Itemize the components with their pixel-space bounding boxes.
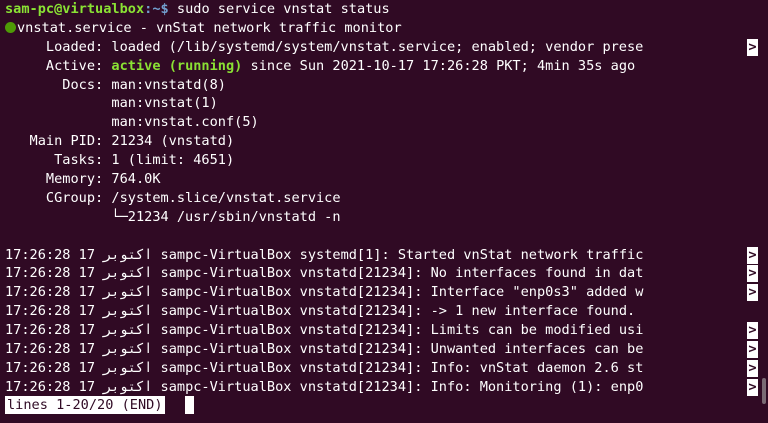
truncation-marker-icon: > bbox=[747, 341, 758, 359]
log-line: 17:26:28 17 اکتوبر sampc-VirtualBox vnst… bbox=[0, 302, 768, 321]
docs-text: Docs: man:vnstatd(8) bbox=[5, 76, 226, 93]
log-text: 17:26:28 17 اکتوبر sampc-VirtualBox syst… bbox=[5, 246, 644, 263]
tasks-text: Tasks: 1 (limit: 4651) bbox=[5, 152, 235, 169]
service-header: vnstat.service - vnStat network traffic … bbox=[17, 19, 402, 36]
docs-text: man:vnstat.conf(5) bbox=[5, 114, 259, 131]
truncation-marker-icon: > bbox=[747, 284, 758, 302]
log-line: 17:26:28 17 اکتوبر sampc-VirtualBox vnst… bbox=[0, 378, 768, 397]
cgroup-text: CGroup: /system.slice/vnstat.service bbox=[5, 189, 341, 206]
active-state: active (running) bbox=[111, 57, 243, 74]
active-label: Active: bbox=[5, 57, 112, 74]
log-line: 17:26:28 17 اکتوبر sampc-VirtualBox vnst… bbox=[0, 264, 768, 283]
text-cursor bbox=[185, 396, 194, 414]
truncation-marker-icon: > bbox=[747, 265, 758, 283]
log-text: 17:26:28 17 اکتوبر sampc-VirtualBox vnst… bbox=[5, 265, 644, 282]
truncation-marker-icon: > bbox=[747, 359, 758, 377]
loaded-line: Loaded: loaded (/lib/systemd/system/vnst… bbox=[0, 38, 768, 57]
cgroup-child-line: └─21234 /usr/sbin/vnstatd -n bbox=[0, 208, 768, 227]
cgroup-child-text: └─21234 /usr/sbin/vnstatd -n bbox=[5, 208, 341, 225]
truncation-marker-icon: > bbox=[747, 322, 758, 340]
docs-line: man:vnstat.conf(5) bbox=[0, 113, 768, 132]
log-text: 17:26:28 17 اکتوبر sampc-VirtualBox vnst… bbox=[5, 284, 644, 301]
log-line: 17:26:28 17 اکتوبر sampc-VirtualBox vnst… bbox=[0, 340, 768, 359]
prompt-user-host: sam-pc@virtualbox bbox=[5, 1, 145, 17]
memory-line: Memory: 764.0K bbox=[0, 170, 768, 189]
log-text: 17:26:28 17 اکتوبر sampc-VirtualBox vnst… bbox=[5, 341, 644, 358]
log-text: 17:26:28 17 اکتوبر sampc-VirtualBox vnst… bbox=[5, 359, 644, 376]
log-line: 17:26:28 17 اکتوبر sampc-VirtualBox vnst… bbox=[0, 359, 768, 378]
prompt-line: sam-pc@virtualbox:~$ sudo service vnstat… bbox=[0, 0, 768, 19]
log-line: 17:26:28 17 اکتوبر sampc-VirtualBox syst… bbox=[0, 246, 768, 265]
truncation-marker-icon: > bbox=[747, 378, 758, 396]
log-text: 17:26:28 17 اکتوبر sampc-VirtualBox vnst… bbox=[5, 378, 644, 395]
pager-status: lines 1-20/20 (END) bbox=[5, 396, 165, 414]
log-line: 17:26:28 17 اکتوبر sampc-VirtualBox vnst… bbox=[0, 321, 768, 340]
docs-text: man:vnstat(1) bbox=[5, 95, 218, 112]
service-status-dot-icon bbox=[5, 21, 16, 33]
command-text: sudo service vnstat status bbox=[168, 1, 390, 17]
loaded-text: Loaded: loaded (/lib/systemd/system/vnst… bbox=[5, 38, 644, 55]
terminal-window[interactable]: sam-pc@virtualbox:~$ sudo service vnstat… bbox=[0, 0, 768, 423]
log-text: 17:26:28 17 اکتوبر sampc-VirtualBox vnst… bbox=[5, 303, 636, 320]
docs-line: man:vnstat(1) bbox=[0, 94, 768, 113]
main-pid-text: Main PID: 21234 (vnstatd) bbox=[5, 133, 235, 150]
tasks-line: Tasks: 1 (limit: 4651) bbox=[0, 151, 768, 170]
main-pid-line: Main PID: 21234 (vnstatd) bbox=[0, 132, 768, 151]
cgroup-line: CGroup: /system.slice/vnstat.service bbox=[0, 189, 768, 208]
docs-line: Docs: man:vnstatd(8) bbox=[0, 76, 768, 95]
truncation-marker-icon: > bbox=[747, 38, 758, 56]
prompt-path: :~$ bbox=[144, 1, 169, 17]
truncation-marker-icon: > bbox=[747, 246, 758, 264]
memory-text: Memory: 764.0K bbox=[5, 171, 161, 188]
log-text: 17:26:28 17 اکتوبر sampc-VirtualBox vnst… bbox=[5, 322, 644, 339]
log-line: 17:26:28 17 اکتوبر sampc-VirtualBox vnst… bbox=[0, 283, 768, 302]
scrollbar[interactable] bbox=[762, 378, 766, 404]
active-line: Active: active (running) since Sun 2021-… bbox=[0, 57, 768, 76]
service-header-line: vnstat.service - vnStat network traffic … bbox=[0, 19, 768, 38]
active-rest: since Sun 2021-10-17 17:26:28 PKT; 4min … bbox=[242, 57, 636, 74]
